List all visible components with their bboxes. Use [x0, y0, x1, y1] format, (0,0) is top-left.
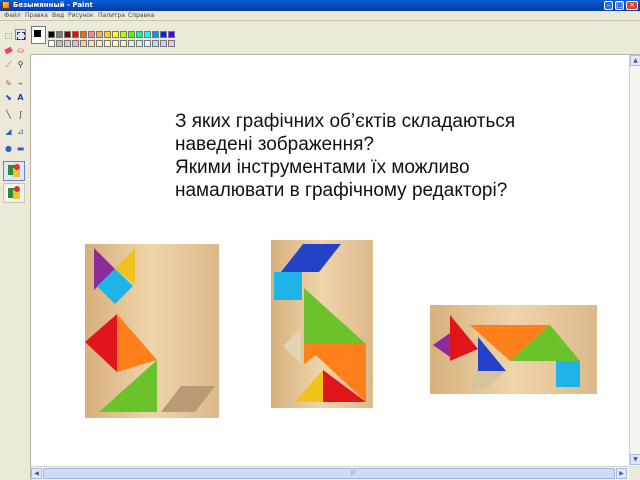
menu-edit[interactable]: Правка: [25, 11, 48, 20]
palette-swatch[interactable]: [144, 40, 151, 47]
eraser-icon[interactable]: [3, 45, 14, 56]
menu-colors[interactable]: Палитра: [98, 11, 125, 20]
palette-swatch[interactable]: [112, 31, 119, 38]
palette-swatch[interactable]: [120, 40, 127, 47]
color-palette: [30, 21, 640, 55]
scroll-down-button[interactable]: ▼: [630, 454, 640, 465]
polygon-icon[interactable]: ⊿: [15, 126, 26, 137]
palette-swatch[interactable]: [128, 40, 135, 47]
palette-swatch[interactable]: [88, 40, 95, 47]
palette-swatch[interactable]: [168, 40, 175, 47]
question-text: З яких графічних об’єктів складаються на…: [175, 110, 555, 202]
title-bar[interactable]: Безымянный - Paint – □ ×: [0, 0, 640, 11]
palette-swatch[interactable]: [56, 40, 63, 47]
palette-swatch[interactable]: [112, 40, 119, 47]
maximize-button[interactable]: □: [615, 1, 624, 10]
palette-swatch[interactable]: [128, 31, 135, 38]
horizontal-scroll-thumb[interactable]: [43, 468, 615, 479]
palette-swatch[interactable]: [64, 40, 71, 47]
menu-view[interactable]: Вид: [52, 11, 64, 20]
palette-swatch[interactable]: [104, 40, 111, 47]
palette-swatch[interactable]: [136, 31, 143, 38]
tool-option-opaque[interactable]: [3, 183, 25, 203]
palette-swatch[interactable]: [72, 31, 79, 38]
pencil-icon[interactable]: ✎: [3, 78, 14, 89]
window-title: Безымянный - Paint: [13, 1, 93, 9]
line-icon[interactable]: ╲: [3, 109, 14, 120]
palette-swatch[interactable]: [96, 40, 103, 47]
question-line: З яких графічних об’єктів складаються: [175, 111, 516, 132]
horizontal-scrollbar[interactable]: ◀ ||| ▶: [31, 466, 629, 480]
scroll-left-button[interactable]: ◀: [31, 468, 42, 479]
goose-tangram: [271, 240, 373, 408]
current-colors[interactable]: [31, 26, 46, 44]
palette-swatch[interactable]: [168, 31, 175, 38]
question-line: намалювати в графічному редакторі?: [175, 180, 508, 201]
menu-file[interactable]: Файл: [4, 11, 21, 20]
shapes-option-icon: [8, 164, 20, 177]
fox-tangram: [85, 244, 219, 418]
menu-image[interactable]: Рисунок: [68, 11, 94, 20]
vertical-scrollbar[interactable]: ▲ ▼: [629, 55, 640, 466]
palette-swatch[interactable]: [160, 31, 167, 38]
palette-swatch[interactable]: [88, 31, 95, 38]
palette-swatch[interactable]: [144, 31, 151, 38]
text-icon[interactable]: A: [15, 92, 26, 103]
palette-swatch[interactable]: [64, 31, 71, 38]
rectangle-icon[interactable]: ◢: [3, 126, 14, 137]
palette-swatch[interactable]: [56, 31, 63, 38]
palette-swatch[interactable]: [136, 40, 143, 47]
close-button[interactable]: ×: [626, 1, 638, 10]
palette-swatch[interactable]: [104, 31, 111, 38]
question-line: наведені зображення?: [175, 134, 374, 155]
paint-app-icon[interactable]: [2, 1, 10, 9]
palette-swatch[interactable]: [120, 31, 127, 38]
airbrush-icon[interactable]: ⬊: [3, 92, 14, 103]
palette-swatch[interactable]: [80, 40, 87, 47]
tool-box: ⬚ ⛀ ⟋ ⚲ ✎ ⌁ ⬊ A ╲ ∫ ◢ ⊿ ● ▬: [0, 21, 31, 480]
menu-bar: Файл Правка Вид Рисунок Палитра Справка: [0, 11, 640, 21]
palette-swatch[interactable]: [152, 31, 159, 38]
palette-swatch[interactable]: [48, 40, 55, 47]
question-line: Якими інструментами їх можливо: [175, 157, 470, 178]
palette-swatch[interactable]: [160, 40, 167, 47]
menu-help[interactable]: Справка: [128, 11, 154, 20]
picker-icon[interactable]: ⟋: [3, 59, 14, 70]
palette-swatch[interactable]: [72, 40, 79, 47]
drawing-canvas[interactable]: З яких графічних об’єктів складаються на…: [31, 55, 629, 466]
palette-swatch[interactable]: [48, 31, 55, 38]
scroll-up-button[interactable]: ▲: [630, 55, 640, 66]
scroll-right-button[interactable]: ▶: [616, 468, 627, 479]
curve-icon[interactable]: ∫: [15, 109, 26, 120]
shapes-option-icon: [7, 186, 21, 199]
free-select-icon[interactable]: ⬚: [3, 30, 14, 41]
ellipse-icon[interactable]: ●: [3, 143, 14, 154]
fill-icon[interactable]: ⛀: [15, 45, 26, 56]
rect-select-icon[interactable]: [15, 29, 26, 40]
resize-corner[interactable]: [629, 466, 640, 480]
palette-swatch[interactable]: [152, 40, 159, 47]
palette-swatch[interactable]: [80, 31, 87, 38]
dog-tangram: [430, 305, 597, 394]
magnifier-icon[interactable]: ⚲: [15, 59, 26, 70]
scroll-grip-icon: |||: [351, 470, 355, 476]
rounded-rect-icon[interactable]: ▬: [15, 143, 26, 154]
palette-swatch[interactable]: [96, 31, 103, 38]
brush-icon[interactable]: ⌁: [15, 78, 26, 89]
tool-option-transparent[interactable]: [3, 161, 25, 181]
minimize-button[interactable]: –: [604, 1, 613, 10]
